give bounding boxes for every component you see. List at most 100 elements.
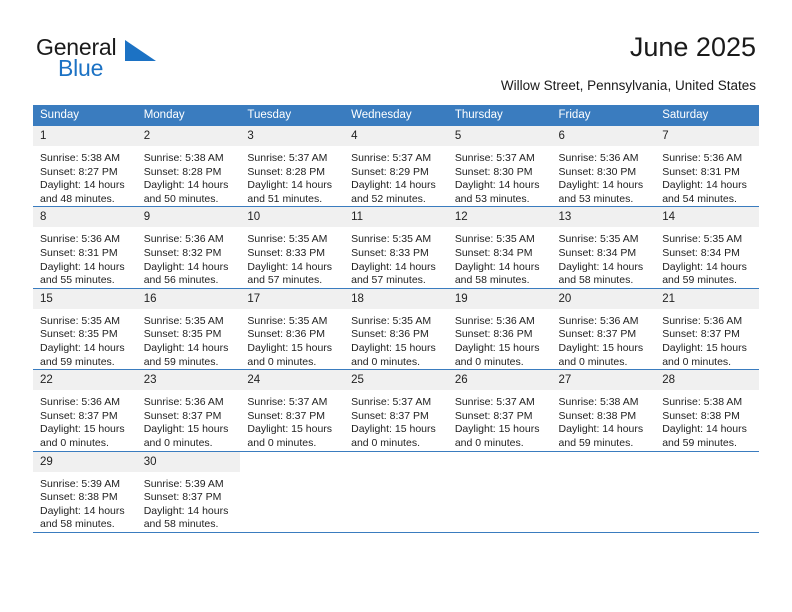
calendar-day-cell[interactable]: 20 Sunrise: 5:36 AM Sunset: 8:37 PM Dayligh… xyxy=(551,287,656,370)
daylight-text: Daylight: 15 hours and 0 minutes. xyxy=(662,341,747,368)
brand-name-blue: Blue xyxy=(58,55,104,81)
day-number: 26 xyxy=(447,370,552,391)
calendar-day-cell[interactable]: 27 Sunrise: 5:38 AM Sunset: 8:38 PM Dayligh… xyxy=(551,369,656,451)
sunrise-text: Sunrise: 5:37 AM xyxy=(351,152,432,164)
daylight-text: Daylight: 14 hours and 56 minutes. xyxy=(143,260,229,287)
daylight-text: Daylight: 15 hours and 0 minutes. xyxy=(454,423,540,449)
calendar-day-cell[interactable]: 11 Sunrise: 5:35 AM Sunset: 8:33 PM Dayligh… xyxy=(344,206,448,289)
calendar-day-cell[interactable]: 14 Sunrise: 5:35 AM Sunset: 8:34 PM Dayligh… xyxy=(655,206,759,289)
calendar-day-cell-empty xyxy=(240,450,345,532)
triangle-logo-icon xyxy=(125,40,157,62)
calendar-day-cell[interactable]: 9 Sunrise: 5:36 AM Sunset: 8:32 PM Daylight… xyxy=(136,206,241,289)
daylight-text: Daylight: 14 hours and 53 minutes. xyxy=(558,179,644,205)
day-details: Sunrise: 5:35 AM Sunset: 8:34 PM Daylight:… xyxy=(655,227,759,287)
sunrise-text: Sunrise: 5:38 AM xyxy=(558,396,639,409)
sunset-text: Sunset: 8:32 PM xyxy=(143,246,222,259)
calendar-day-cell[interactable]: 19 Sunrise: 5:36 AM Sunset: 8:36 PM Dayligh… xyxy=(447,287,552,370)
sunrise-text: Sunrise: 5:36 AM xyxy=(40,396,120,409)
brand-logo[interactable]: General Blue xyxy=(36,34,276,86)
sunrise-text: Sunrise: 5:37 AM xyxy=(454,396,535,409)
daylight-text: Daylight: 14 hours and 57 minutes. xyxy=(351,260,436,287)
day-details: Sunrise: 5:35 AM Sunset: 8:36 PM Daylight:… xyxy=(240,309,344,369)
weekday-header-monday: Monday xyxy=(136,105,241,126)
calendar-header-row: Sunday Monday Tuesday Wednesday Thursday… xyxy=(33,105,759,126)
day-details: Sunrise: 5:36 AM Sunset: 8:37 PM Daylight:… xyxy=(552,309,656,369)
calendar-day-cell[interactable]: 30 Sunrise: 5:39 AM Sunset: 8:37 PM Dayligh… xyxy=(136,450,241,532)
calendar-day-cell[interactable]: 2 Sunrise: 5:38 AM Sunset: 8:28 PM Daylight… xyxy=(136,126,241,207)
sunset-text: Sunset: 8:33 PM xyxy=(247,246,326,259)
calendar-day-cell[interactable]: 18 Sunrise: 5:35 AM Sunset: 8:36 PM Dayligh… xyxy=(344,287,448,370)
calendar-day-cell[interactable]: 7 Sunrise: 5:36 AM Sunset: 8:31 PM Daylight… xyxy=(655,126,759,207)
calendar-day-cell[interactable]: 16 Sunrise: 5:35 AM Sunset: 8:35 PM Dayligh… xyxy=(136,287,241,370)
calendar-week-row: 8 Sunrise: 5:36 AM Sunset: 8:31 PM Daylight… xyxy=(33,206,759,289)
sunrise-text: Sunrise: 5:36 AM xyxy=(143,396,224,409)
sunset-text: Sunset: 8:34 PM xyxy=(454,246,533,259)
sunrise-text: Sunrise: 5:35 AM xyxy=(662,233,743,246)
day-details xyxy=(448,472,552,478)
day-details: Sunrise: 5:38 AM Sunset: 8:38 PM Daylight:… xyxy=(552,390,656,450)
calendar-day-cell[interactable]: 25 Sunrise: 5:37 AM Sunset: 8:37 PM Dayligh… xyxy=(344,369,448,451)
calendar-day-cell[interactable]: 29 Sunrise: 5:39 AM Sunset: 8:38 PM Dayligh… xyxy=(33,450,137,532)
calendar-week-row: 15 Sunrise: 5:35 AM Sunset: 8:35 PM Dayligh… xyxy=(33,287,759,370)
sunset-text: Sunset: 8:37 PM xyxy=(351,409,429,422)
calendar-day-cell[interactable]: 8 Sunrise: 5:36 AM Sunset: 8:31 PM Daylight… xyxy=(33,206,137,289)
day-details: Sunrise: 5:36 AM Sunset: 8:37 PM Daylight:… xyxy=(137,390,241,450)
calendar-day-cell[interactable]: 22 Sunrise: 5:36 AM Sunset: 8:37 PM Dayligh… xyxy=(33,369,137,451)
sunrise-text: Sunrise: 5:37 AM xyxy=(247,396,328,409)
day-number: 12 xyxy=(447,207,552,228)
calendar-day-cell[interactable]: 17 Sunrise: 5:35 AM Sunset: 8:36 PM Dayligh… xyxy=(240,287,345,370)
sunrise-text: Sunrise: 5:37 AM xyxy=(351,396,432,409)
daylight-text: Daylight: 15 hours and 0 minutes. xyxy=(351,423,436,449)
sunrise-text: Sunrise: 5:35 AM xyxy=(351,233,432,246)
calendar-day-cell[interactable]: 3 Sunrise: 5:37 AM Sunset: 8:28 PM Daylight… xyxy=(240,126,345,207)
daylight-text: Daylight: 15 hours and 0 minutes. xyxy=(454,341,540,368)
calendar-day-cell[interactable]: 28 Sunrise: 5:38 AM Sunset: 8:38 PM Dayligh… xyxy=(655,369,759,451)
daylight-text: Daylight: 14 hours and 53 minutes. xyxy=(454,179,540,205)
calendar-day-cell[interactable]: 6 Sunrise: 5:36 AM Sunset: 8:30 PM Daylight… xyxy=(551,126,656,207)
calendar-week-row: 22 Sunrise: 5:36 AM Sunset: 8:37 PM Dayligh… xyxy=(33,369,759,451)
daylight-text: Daylight: 14 hours and 55 minutes. xyxy=(40,260,125,287)
weekday-header-saturday: Saturday xyxy=(655,105,759,126)
sunrise-text: Sunrise: 5:35 AM xyxy=(351,314,432,327)
sunrise-text: Sunrise: 5:36 AM xyxy=(40,233,120,246)
day-details: Sunrise: 5:35 AM Sunset: 8:34 PM Daylight:… xyxy=(552,227,656,287)
page-title: June 2025 xyxy=(629,32,756,62)
calendar-day-cell[interactable]: 12 Sunrise: 5:35 AM Sunset: 8:34 PM Dayligh… xyxy=(447,206,552,289)
day-number: 4 xyxy=(344,126,448,146)
sunrise-text: Sunrise: 5:39 AM xyxy=(143,477,224,490)
daylight-text: Daylight: 14 hours and 58 minutes. xyxy=(454,260,540,287)
calendar-day-cell[interactable]: 10 Sunrise: 5:35 AM Sunset: 8:33 PM Dayligh… xyxy=(240,206,345,289)
calendar-day-cell[interactable]: 23 Sunrise: 5:36 AM Sunset: 8:37 PM Dayligh… xyxy=(136,369,241,451)
calendar-day-cell[interactable]: 4 Sunrise: 5:37 AM Sunset: 8:29 PM Daylight… xyxy=(344,126,448,207)
sunset-text: Sunset: 8:33 PM xyxy=(351,246,429,259)
sunset-text: Sunset: 8:37 PM xyxy=(143,409,222,422)
calendar-day-cell[interactable]: 15 Sunrise: 5:35 AM Sunset: 8:35 PM Dayligh… xyxy=(33,287,137,370)
daylight-text: Daylight: 14 hours and 54 minutes. xyxy=(662,179,747,205)
sunrise-text: Sunrise: 5:38 AM xyxy=(662,396,743,409)
calendar-day-cell[interactable]: 13 Sunrise: 5:35 AM Sunset: 8:34 PM Dayligh… xyxy=(551,206,656,289)
day-details: Sunrise: 5:37 AM Sunset: 8:29 PM Daylight:… xyxy=(344,146,448,206)
sunrise-text: Sunrise: 5:36 AM xyxy=(662,152,743,164)
daylight-text: Daylight: 14 hours and 57 minutes. xyxy=(247,260,333,287)
day-number: 21 xyxy=(655,288,759,309)
location-subtitle: Willow Street, Pennsylvania, United Stat… xyxy=(500,78,756,93)
sunset-text: Sunset: 8:28 PM xyxy=(143,165,222,178)
day-details xyxy=(655,472,759,478)
day-details: Sunrise: 5:36 AM Sunset: 8:31 PM Daylight:… xyxy=(33,227,137,287)
calendar-day-cell[interactable]: 24 Sunrise: 5:37 AM Sunset: 8:37 PM Dayligh… xyxy=(240,369,345,451)
day-number: 27 xyxy=(551,370,656,391)
day-number: 25 xyxy=(344,370,448,391)
sunset-text: Sunset: 8:38 PM xyxy=(662,409,740,422)
day-details xyxy=(344,472,448,478)
day-number: 2 xyxy=(136,126,241,146)
daylight-text: Daylight: 14 hours and 52 minutes. xyxy=(351,179,436,205)
sunset-text: Sunset: 8:37 PM xyxy=(558,328,637,341)
day-number: 8 xyxy=(33,207,137,228)
weekday-header-thursday: Thursday xyxy=(447,105,552,126)
calendar-day-cell[interactable]: 1 Sunrise: 5:38 AM Sunset: 8:27 PM Daylight… xyxy=(33,126,137,207)
sunset-text: Sunset: 8:31 PM xyxy=(662,165,740,178)
calendar-day-cell[interactable]: 21 Sunrise: 5:36 AM Sunset: 8:37 PM Dayligh… xyxy=(655,287,759,370)
sunrise-text: Sunrise: 5:35 AM xyxy=(143,314,224,327)
calendar-day-cell[interactable]: 26 Sunrise: 5:37 AM Sunset: 8:37 PM Dayligh… xyxy=(447,369,552,451)
calendar-day-cell[interactable]: 5 Sunrise: 5:37 AM Sunset: 8:30 PM Daylight… xyxy=(447,126,552,207)
